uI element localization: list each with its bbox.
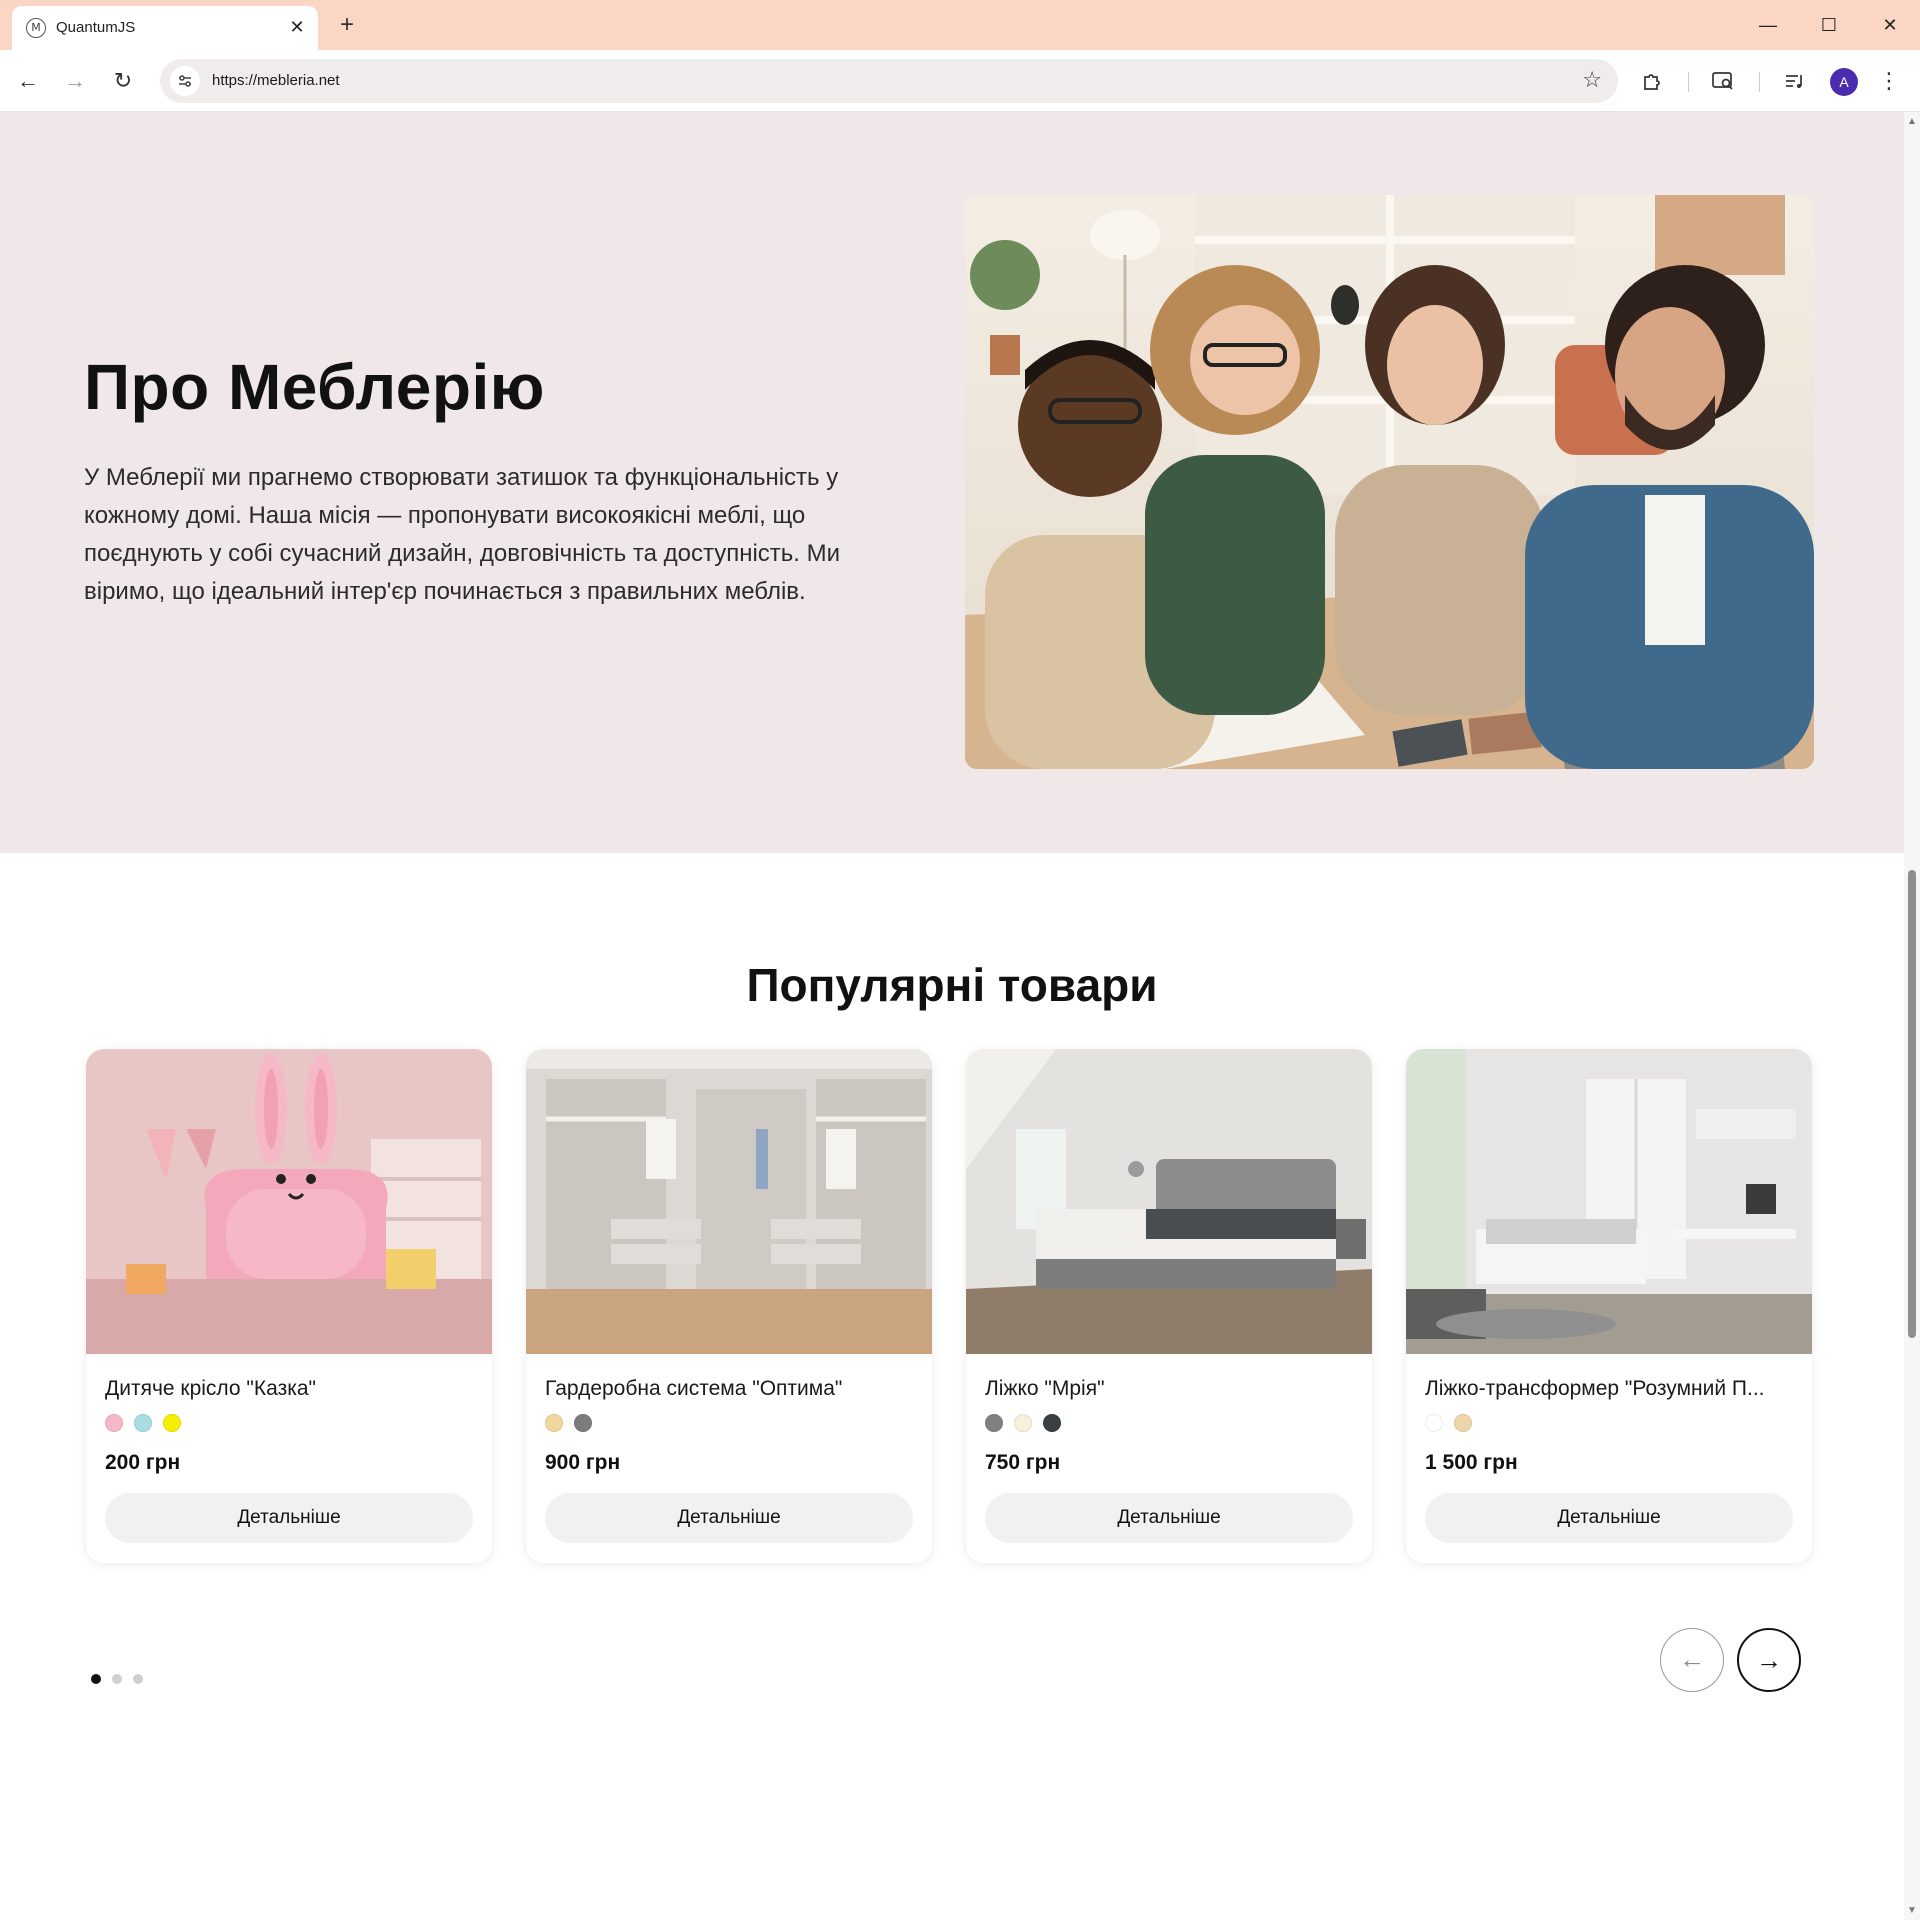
color-swatch[interactable]	[1043, 1414, 1061, 1432]
product-name[interactable]: Ліжко "Мрія"	[985, 1377, 1355, 1401]
browser-tab-strip: M QuantumJS ✕ + — ☐ ✕	[0, 0, 1920, 50]
profile-avatar[interactable]: A	[1830, 68, 1858, 96]
product-name[interactable]: Ліжко-трансформер "Розумний П...	[1425, 1377, 1795, 1401]
color-swatch[interactable]	[1014, 1414, 1032, 1432]
carousel-pagination	[91, 1671, 154, 1689]
toolbar-separator	[1759, 72, 1760, 92]
new-tab-button[interactable]: +	[332, 10, 362, 40]
details-button[interactable]: Детальніше	[985, 1493, 1353, 1543]
product-card[interactable]: Ліжко "Мрія" 750 грн Детальніше	[966, 1049, 1372, 1563]
scrollbar-thumb[interactable]	[1908, 870, 1916, 1338]
bookmark-star-icon[interactable]: ☆	[1582, 67, 1602, 93]
scroll-up-icon[interactable]: ▲	[1907, 116, 1917, 127]
about-section: Про Меблерію У Меблерії ми прагнемо ство…	[0, 112, 1904, 853]
minimize-button[interactable]: —	[1748, 8, 1788, 42]
color-swatch[interactable]	[163, 1414, 181, 1432]
carousel-next-button[interactable]: →	[1737, 1628, 1801, 1692]
color-swatch[interactable]	[545, 1414, 563, 1432]
details-button[interactable]: Детальніше	[105, 1493, 473, 1543]
product-card[interactable]: Гардеробна система "Оптима" 900 грн Дета…	[526, 1049, 932, 1563]
media-controls-icon[interactable]	[1778, 65, 1810, 97]
details-button[interactable]: Детальніше	[545, 1493, 913, 1543]
color-swatches	[545, 1414, 603, 1434]
reload-button[interactable]: ↻	[107, 65, 139, 97]
color-swatch[interactable]	[1454, 1414, 1472, 1432]
team-photo	[965, 195, 1814, 769]
product-image[interactable]	[1406, 1049, 1812, 1354]
product-price: 1 500 грн	[1425, 1451, 1518, 1474]
product-image[interactable]	[966, 1049, 1372, 1354]
color-swatches	[1425, 1414, 1483, 1434]
extensions-icon[interactable]	[1636, 65, 1668, 97]
screen-search-icon[interactable]	[1707, 65, 1739, 97]
product-image[interactable]	[86, 1049, 492, 1354]
url-text[interactable]: https://mebleria.net	[212, 72, 340, 89]
tab-close-icon[interactable]: ✕	[284, 14, 310, 40]
toolbar-separator	[1688, 72, 1689, 92]
arrow-right-icon: →	[1756, 1645, 1782, 1675]
close-window-button[interactable]: ✕	[1870, 8, 1910, 42]
back-button[interactable]: ←	[12, 65, 44, 97]
product-price: 200 грн	[105, 1451, 181, 1474]
product-price: 750 грн	[985, 1451, 1061, 1474]
pagination-dot[interactable]	[91, 1674, 101, 1684]
product-card[interactable]: Дитяче крісло "Казка" 200 грн Детальніше	[86, 1049, 492, 1563]
menu-kebab-icon[interactable]: ⋮	[1873, 65, 1905, 97]
about-title: Про Меблерію	[84, 351, 545, 423]
color-swatches	[105, 1414, 192, 1434]
arrow-left-icon: ←	[1679, 1644, 1705, 1674]
browser-toolbar: ← → ↻ https://mebleria.net ☆ ⋮	[0, 50, 1920, 112]
browser-tab[interactable]: M QuantumJS ✕	[12, 6, 318, 50]
product-card[interactable]: Ліжко-трансформер "Розумний П... 1 500 г…	[1406, 1049, 1812, 1563]
scroll-down-icon[interactable]: ▼	[1907, 1905, 1917, 1916]
product-name[interactable]: Дитяче крісло "Казка"	[105, 1377, 475, 1401]
product-price: 900 грн	[545, 1451, 621, 1474]
color-swatch[interactable]	[574, 1414, 592, 1432]
pagination-dot[interactable]	[133, 1674, 143, 1684]
site-favicon-icon: M	[26, 18, 46, 38]
popular-title: Популярні товари	[746, 959, 1158, 1011]
maximize-button[interactable]: ☐	[1809, 8, 1849, 42]
site-settings-icon[interactable]	[170, 66, 200, 96]
product-name[interactable]: Гардеробна система "Оптима"	[545, 1377, 915, 1401]
color-swatch[interactable]	[985, 1414, 1003, 1432]
forward-button[interactable]: →	[59, 65, 91, 97]
details-button[interactable]: Детальніше	[1425, 1493, 1793, 1543]
product-image[interactable]	[526, 1049, 932, 1354]
page-viewport: Про Меблерію У Меблерії ми прагнемо ство…	[0, 112, 1904, 1920]
address-bar[interactable]: https://mebleria.net ☆	[160, 59, 1618, 103]
color-swatch[interactable]	[1425, 1414, 1443, 1432]
color-swatches	[985, 1414, 1072, 1434]
about-description: У Меблерії ми прагнемо створювати затишо…	[84, 464, 841, 605]
color-swatch[interactable]	[105, 1414, 123, 1432]
pagination-dot[interactable]	[112, 1674, 122, 1684]
carousel-prev-button[interactable]: ←	[1660, 1628, 1724, 1692]
page-scrollbar[interactable]: ▲ ▼	[1904, 112, 1920, 1920]
color-swatch[interactable]	[134, 1414, 152, 1432]
tab-title: QuantumJS	[56, 19, 136, 36]
